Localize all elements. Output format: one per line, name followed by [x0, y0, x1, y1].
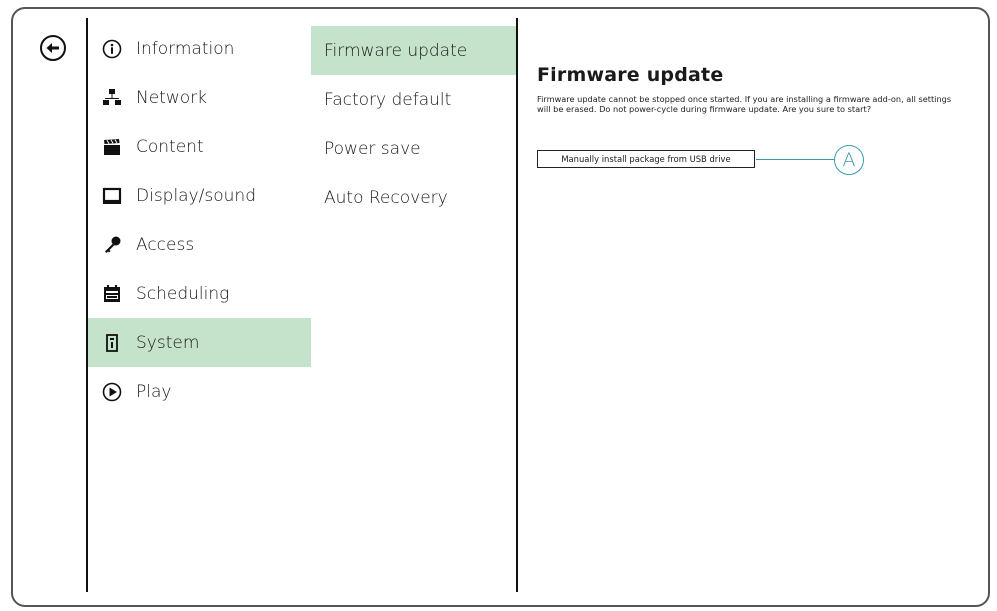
menu-item-label: Information: [136, 38, 235, 59]
key-icon: [101, 234, 123, 256]
submenu-item-auto-recovery[interactable]: Auto Recovery: [311, 173, 516, 222]
system-icon: [101, 332, 123, 354]
menu-item-information[interactable]: Information: [88, 24, 311, 73]
submenu-item-firmware-update[interactable]: Firmware update: [311, 26, 516, 75]
install-from-usb-button[interactable]: Manually install package from USB drive: [537, 150, 755, 168]
system-submenu: Firmware update Factory default Power sa…: [311, 26, 516, 222]
back-arrow-icon: [46, 43, 59, 53]
info-icon: [101, 38, 123, 60]
page-title: Firmware update: [537, 64, 724, 86]
menu-item-scheduling[interactable]: Scheduling: [88, 269, 311, 318]
callout-marker: A: [834, 145, 864, 175]
content-panel: Firmware update Firmware update cannot b…: [537, 64, 967, 114]
play-icon: [101, 381, 123, 403]
firmware-warning-text: Firmware update cannot be stopped once s…: [537, 94, 952, 114]
submenu-item-factory-default[interactable]: Factory default: [311, 75, 516, 124]
menu-item-content[interactable]: Content: [88, 122, 311, 171]
calendar-icon: [101, 283, 123, 305]
menu-item-display-sound[interactable]: Display/sound: [88, 171, 311, 220]
menu-item-system[interactable]: System: [88, 318, 311, 367]
back-button[interactable]: [40, 35, 66, 61]
menu-item-access[interactable]: Access: [88, 220, 311, 269]
menu-item-play[interactable]: Play: [88, 367, 311, 416]
menu-item-label: Display/sound: [136, 185, 256, 206]
menu-item-label: Content: [136, 136, 204, 157]
menu-item-network[interactable]: Network: [88, 73, 311, 122]
clapperboard-icon: [101, 136, 123, 158]
menu-item-label: System: [136, 332, 200, 353]
menu-item-label: Network: [136, 87, 207, 108]
menu-item-label: Access: [136, 234, 195, 255]
network-icon: [101, 87, 123, 109]
callout-line: [756, 159, 834, 160]
submenu-item-power-save[interactable]: Power save: [311, 124, 516, 173]
menu-item-label: Scheduling: [136, 283, 230, 304]
monitor-icon: [101, 185, 123, 207]
divider-right: [516, 18, 518, 592]
main-menu: Information Network Content Display/soun…: [88, 24, 311, 416]
menu-item-label: Play: [136, 381, 172, 402]
